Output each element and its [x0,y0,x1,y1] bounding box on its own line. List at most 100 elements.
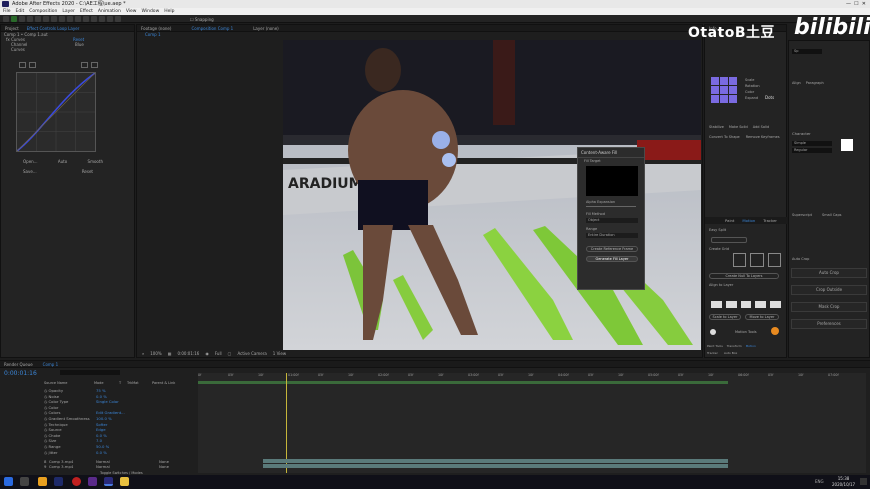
layer-bar[interactable] [263,459,728,463]
swatch-grid[interactable] [711,77,737,103]
brush-tool-icon[interactable] [83,16,89,22]
snapshot-icon[interactable]: ◉ [205,351,209,356]
property-value[interactable]: 100.0 % [96,416,112,422]
tab-timeline-comp[interactable]: Comp 1 [43,361,59,367]
stabilize-button[interactable]: Stabilize [709,125,724,130]
easy-split-button[interactable] [711,237,747,243]
auto-crop-option[interactable]: Auto Crop [792,257,809,262]
curves-graph[interactable] [16,72,96,152]
search-icon[interactable] [20,477,29,486]
fill-method-dropdown[interactable]: Object [586,218,638,223]
channel-dropdown[interactable]: Blue [75,42,84,47]
roto-brush-icon[interactable] [107,16,113,22]
tab-project[interactable]: Project [5,25,19,31]
layer-bar[interactable] [263,464,728,468]
input-language[interactable]: ENG [815,479,824,484]
folder-icon[interactable] [120,477,129,486]
property-row[interactable]: ◷ Range 50.0 % [44,444,154,450]
eraser-tool-icon[interactable] [99,16,105,22]
crop-outside-button[interactable]: Crop Outside [791,285,867,295]
search-field[interactable]: Sp [792,49,822,54]
tab-tracker[interactable]: Tracker [763,217,777,224]
type-tool-icon[interactable] [75,16,81,22]
magnification-icon[interactable]: ⌕ [142,351,144,356]
align-buttons[interactable] [711,301,781,308]
tab-render-queue[interactable]: Render Queue [4,361,33,367]
create-reference-frame-button[interactable]: Create Reference Frame [586,246,638,252]
time-ruler[interactable]: 0f 05f 10f 01:00f 05f 10f 02:00f 05f 10f 03:00f 05… [198,373,866,379]
window-controls[interactable]: — ☐ ✕ [846,0,866,8]
generate-fill-layer-button[interactable]: Generate Fill Layer [586,256,638,262]
tab-character[interactable]: Character [792,131,811,136]
tab-align[interactable]: Align [792,81,801,86]
tab-paragraph[interactable]: Paragraph [806,81,824,86]
menu-animation[interactable]: Animation [98,8,121,15]
snapping-toggle[interactable]: ☐ Snapping [190,17,214,22]
menu-help[interactable]: Help [164,8,174,15]
zoom-dropdown[interactable]: 100% [150,351,161,356]
after-effects-taskbar-icon[interactable] [104,477,113,486]
timeline-track-area[interactable]: 0f 05f 10f 01:00f 05f 10f 02:00f 05f 10f 03:00f 05… [198,373,866,473]
layer-parent[interactable]: None [159,464,169,470]
small-caps-toggle[interactable]: Small Caps [822,213,841,217]
work-area-bar[interactable] [198,381,728,384]
rotate-tool-icon[interactable] [35,16,41,22]
hand-tool-icon[interactable] [19,16,25,22]
views-dropdown[interactable]: 1 View [273,351,286,356]
timeline-search-input[interactable] [60,370,120,375]
playhead[interactable] [286,373,287,473]
menu-file[interactable]: File [3,8,11,15]
puppet-tool-icon[interactable] [115,16,121,22]
convert-to-shape-button[interactable]: Convert To Shape [709,135,740,140]
camera-dropdown[interactable]: Active Camera [237,351,266,356]
footer-tab-transform[interactable]: Transform [727,344,742,349]
curve-shape-icon[interactable] [81,62,88,68]
zoom-tool-icon[interactable] [27,16,33,22]
remove-keyframes-button[interactable]: Remove Keyframes [746,135,780,140]
curve-tool-icon[interactable] [19,62,26,68]
tab-motion[interactable]: Motion [742,217,755,224]
make-solid-button[interactable]: Make Solid [729,125,748,130]
settings-gear-icon[interactable] [710,329,716,335]
footer-tab-motion[interactable]: Motion [746,344,756,349]
shape-tool-icon[interactable] [59,16,65,22]
property-row[interactable]: ◷ Jitter 0.0 % [44,450,154,456]
property-value[interactable]: 50.0 % [96,444,109,450]
notification-icon[interactable] [860,478,867,485]
property-row[interactable]: ◷ Opacity 75 % [44,388,154,394]
align-to-layer-header[interactable]: Align to Layer [709,283,733,288]
add-solid-button[interactable]: Add Solid [753,125,769,130]
system-clock[interactable]: 15:38 2020/10/17 [832,476,855,488]
fill-color-swatch[interactable] [841,139,853,151]
smooth-curve-button[interactable]: Smooth [88,159,103,164]
auto-crop-button[interactable]: Auto Crop [791,268,867,278]
property-row[interactable]: ◷ Color Type Single Color [44,399,154,405]
timeline-timecode[interactable]: 0:00:01:16 [4,370,37,377]
font-dropdown[interactable]: Simple [792,141,832,146]
comp-timecode[interactable]: 0:00:01:16 [177,351,199,356]
save-curve-button[interactable]: Save... [23,169,37,174]
comp-subtab[interactable]: Comp 1 [145,32,161,37]
grid-options[interactable] [733,253,781,267]
pan-behind-tool-icon[interactable] [51,16,57,22]
pencil-shape-icon[interactable] [91,62,98,68]
create-null-to-layers-button[interactable]: Create Null To Layers [709,273,779,279]
media-player-icon[interactable] [72,477,81,486]
property-value[interactable]: Edge [96,428,106,433]
footer-tab-auto-box[interactable]: Auto Box [724,351,738,356]
home-icon[interactable] [3,16,9,22]
tab-layer[interactable]: Layer (none) [253,25,279,31]
tab-footage[interactable]: Footage (none) [141,25,171,31]
footer-tab-tracker[interactable]: Tracker [707,351,718,356]
pencil-tool-icon[interactable] [29,62,36,68]
menu-layer[interactable]: Layer [62,8,75,15]
property-value[interactable]: 75 % [96,388,106,394]
font-style-dropdown[interactable]: Regular [792,148,832,153]
clone-tool-icon[interactable] [91,16,97,22]
selection-tool-icon[interactable] [11,16,17,22]
menu-composition[interactable]: Composition [29,8,57,15]
menu-window[interactable]: Window [142,8,160,15]
layer-row[interactable]: 9 Comp 3.mp4 Normal None [44,464,169,470]
preferences-button[interactable]: Preferences [791,319,867,329]
quality-dropdown[interactable]: Full [215,351,222,356]
